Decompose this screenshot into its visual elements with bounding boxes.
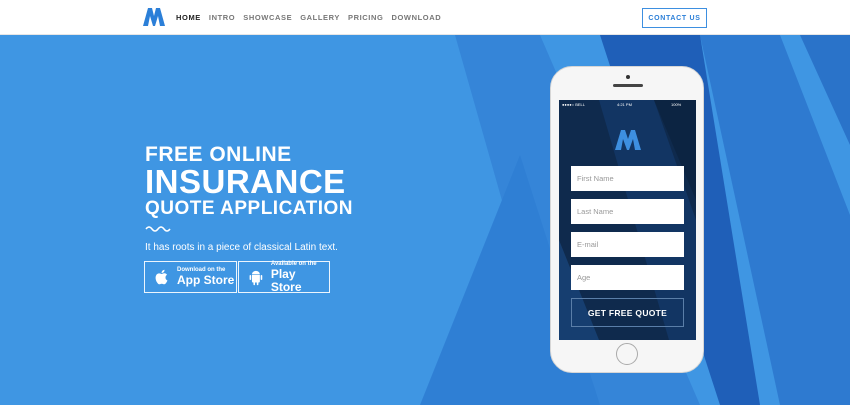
hero-headline: FREE ONLINE INSURANCE QUOTE APPLICATION [145, 144, 353, 220]
status-battery: 100% [671, 102, 682, 107]
android-icon [249, 270, 263, 286]
status-carrier: ●●●●○ BELL [562, 102, 585, 107]
wave-divider-icon [145, 226, 171, 232]
email-input[interactable]: E-mail [571, 232, 684, 257]
navbar: HOME INTRO SHOWCASE GALLERY PRICING DOWN… [0, 0, 850, 35]
phone-mockup: ●●●●○ BELL 4:21 PM 100% First Name Last … [550, 66, 704, 373]
last-name-input[interactable]: Last Name [571, 199, 684, 224]
nav-intro[interactable]: INTRO [209, 13, 235, 22]
phone-speaker [613, 84, 643, 87]
hero-tagline: It has roots in a piece of classical Lat… [145, 242, 338, 253]
nav-download[interactable]: DOWNLOAD [391, 13, 441, 22]
app-store-button[interactable]: Download on the App Store [144, 261, 237, 293]
age-input[interactable]: Age [571, 265, 684, 290]
app-logo [615, 130, 641, 150]
brand-logo[interactable] [143, 8, 165, 26]
main-menu: HOME INTRO SHOWCASE GALLERY PRICING DOWN… [176, 13, 449, 22]
contact-us-button[interactable]: CONTACT US [642, 8, 707, 28]
status-bar: ●●●●○ BELL 4:21 PM 100% [559, 102, 696, 110]
nav-pricing[interactable]: PRICING [348, 13, 383, 22]
hero-background-shapes [420, 35, 850, 405]
phone-camera [626, 75, 630, 79]
nav-gallery[interactable]: GALLERY [300, 13, 340, 22]
hero-section: FREE ONLINE INSURANCE QUOTE APPLICATION … [0, 35, 850, 405]
phone-home-button [616, 343, 638, 365]
get-free-quote-button[interactable]: GET FREE QUOTE [571, 298, 684, 327]
headline-line-2: INSURANCE [145, 163, 346, 200]
apple-icon [155, 269, 168, 285]
nav-showcase[interactable]: SHOWCASE [243, 13, 292, 22]
app-store-label: App Store [177, 273, 235, 287]
status-time: 4:21 PM [617, 102, 632, 107]
play-store-label: Play Store [270, 266, 302, 294]
play-store-button[interactable]: Available on the Play Store [238, 261, 330, 293]
phone-screen: ●●●●○ BELL 4:21 PM 100% First Name Last … [559, 100, 696, 340]
first-name-input[interactable]: First Name [571, 166, 684, 191]
headline-line-3: QUOTE APPLICATION [145, 198, 353, 219]
nav-home[interactable]: HOME [176, 13, 201, 22]
